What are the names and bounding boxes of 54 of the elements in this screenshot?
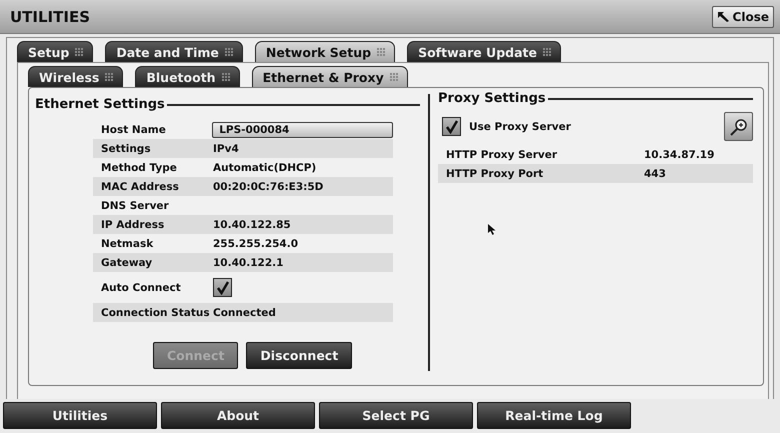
nav-button[interactable]: Utilities <box>3 402 157 429</box>
field-value: IPv4 <box>213 142 239 154</box>
field-value: 255.255.254.0 <box>213 238 298 250</box>
grip-icon <box>542 47 552 57</box>
tab[interactable]: Software Update <box>407 41 561 62</box>
field-label: DNS Server <box>101 200 170 212</box>
field-label: IP Address <box>101 218 166 230</box>
nav-button[interactable]: Real-time Log <box>477 402 631 429</box>
field-label: Netmask <box>101 238 154 250</box>
window-title: UTILITIES <box>10 8 90 26</box>
tab[interactable]: Date and Time <box>105 41 243 62</box>
field-value: 10.40.122.85 <box>213 218 291 230</box>
field-label: Gateway <box>101 256 154 268</box>
field-value: 10.34.87.19 <box>644 148 714 160</box>
check-icon <box>444 120 458 134</box>
disconnect-button[interactable]: Disconnect <box>246 342 352 369</box>
pointer-arrow-icon <box>716 10 731 22</box>
input-field[interactable]: LPS-000084 <box>212 122 393 138</box>
tab[interactable]: Wireless <box>28 66 124 87</box>
field-label: HTTP Proxy Port <box>446 168 544 180</box>
section-title: Ethernet Settings <box>35 97 165 112</box>
field-label: Method Type <box>101 162 178 174</box>
tab[interactable]: Ethernet & Proxy <box>252 66 408 87</box>
nav-button[interactable]: Select PG <box>319 402 473 429</box>
grip-icon <box>74 47 84 57</box>
checkbox[interactable] <box>442 117 461 136</box>
field-label: Connection Status <box>101 306 211 318</box>
tab[interactable]: Network Setup <box>254 41 396 62</box>
field-value: 00:20:0C:76:E3:5D <box>213 180 324 192</box>
grip-icon <box>224 47 234 57</box>
grip-icon <box>376 47 386 57</box>
field-value: 443 <box>644 168 666 180</box>
field-value: Automatic(DHCP) <box>213 162 316 174</box>
grip-icon <box>104 72 114 82</box>
field-value: Connected <box>213 306 276 318</box>
field-label: Host Name <box>101 124 167 136</box>
magnifier-icon <box>728 116 748 136</box>
grip-icon <box>388 72 399 82</box>
tab[interactable]: Setup <box>17 41 94 62</box>
checkbox-label: Auto Connect <box>101 282 182 294</box>
field-label: Settings <box>101 142 152 154</box>
checkbox[interactable] <box>213 278 232 297</box>
field-label: MAC Address <box>101 180 180 192</box>
cursor-icon <box>488 224 496 235</box>
nav-button[interactable]: About <box>161 402 315 429</box>
checkbox-label: Use Proxy Server <box>469 120 572 132</box>
field-value: 10.40.122.1 <box>213 256 284 268</box>
section-title: Proxy Settings <box>438 91 546 106</box>
tab[interactable]: Bluetooth <box>135 66 240 87</box>
grip-icon <box>220 72 231 82</box>
zoom-button[interactable] <box>724 112 753 141</box>
check-icon <box>216 280 230 294</box>
close-button[interactable]: Close <box>712 6 774 28</box>
field-label: HTTP Proxy Server <box>446 148 558 160</box>
